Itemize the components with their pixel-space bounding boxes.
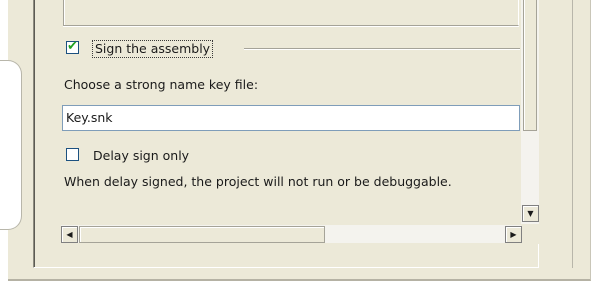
choose-key-label: Choose a strong name key file: [64,77,259,92]
sign-assembly-checkbox[interactable]: ✔ [66,39,79,54]
checkmark-icon: ✔ [67,39,78,54]
scroll-left-button[interactable]: ◀ [61,226,78,243]
horizontal-scrollbar-thumb[interactable] [79,226,325,243]
scroll-down-button[interactable]: ▼ [522,205,539,222]
scrollbar-corner [522,224,539,244]
side-tab-edge [0,60,22,230]
previous-section-box [63,0,519,26]
delay-sign-checkbox[interactable] [66,148,79,161]
vertical-scrollbar-thumb[interactable] [523,0,537,131]
arrow-left-icon: ◀ [66,230,73,239]
arrow-right-icon: ▶ [510,230,517,239]
key-file-input[interactable]: Key.snk [62,105,520,131]
window-edge [572,0,573,268]
arrow-down-icon: ▼ [527,209,534,218]
sign-assembly-label[interactable]: Sign the assembly [92,40,214,58]
group-divider-highlight [244,49,520,50]
delay-sign-info-text: When delay signed, the project will not … [64,174,452,189]
delay-sign-label[interactable]: Delay sign only [93,148,189,164]
scroll-right-button[interactable]: ▶ [505,226,522,243]
